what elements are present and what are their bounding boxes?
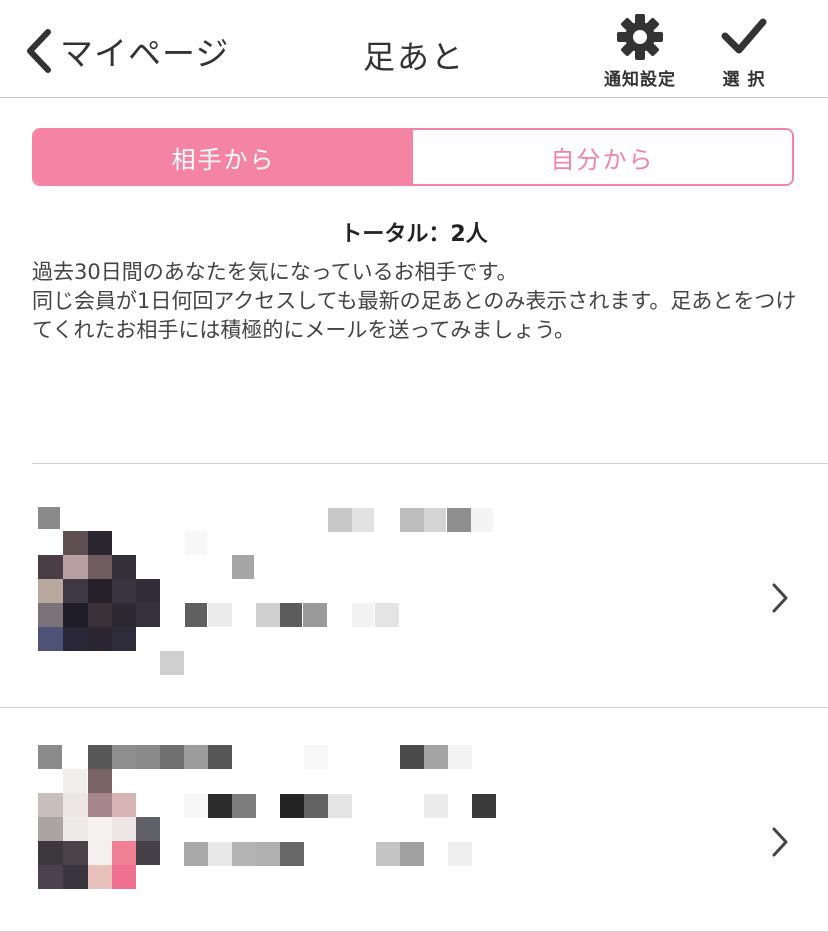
notification-settings-button[interactable]: 通知設定	[595, 12, 685, 92]
list-item[interactable]	[0, 708, 828, 932]
description-text: 過去30日間のあなたを気になっているお相手です。 同じ会員が1日何回アクセスして…	[32, 258, 802, 345]
chevron-left-icon	[27, 29, 51, 73]
description-line: 同じ会員が1日何回アクセスしても最新の足あとのみ表示されます。足あとをつけてくれ…	[32, 289, 797, 342]
checkmark-icon	[721, 18, 767, 54]
description-line: 過去30日間のあなたを気になっているお相手です。	[32, 260, 518, 284]
list-divider	[32, 463, 828, 464]
chevron-right-icon	[772, 827, 788, 857]
tab-from-others[interactable]: 相手から	[34, 130, 413, 184]
avatar	[38, 507, 162, 652]
tab-from-me[interactable]: 自分から	[413, 130, 792, 184]
list-item[interactable]	[0, 465, 828, 707]
back-button[interactable]: マイページ	[22, 26, 229, 76]
total-count: トータル：2人	[340, 222, 488, 247]
select-button[interactable]: 選 択	[699, 12, 789, 92]
direction-segmented-control: 相手から 自分から	[32, 128, 794, 186]
navigation-bar: マイページ 足あと 通知設定 選 択	[0, 0, 828, 98]
notification-settings-label: 通知設定	[604, 70, 676, 90]
gear-icon	[617, 14, 663, 60]
select-label: 選 択	[722, 70, 766, 90]
back-button-label: マイページ	[60, 34, 230, 73]
chevron-right-icon	[772, 583, 788, 613]
